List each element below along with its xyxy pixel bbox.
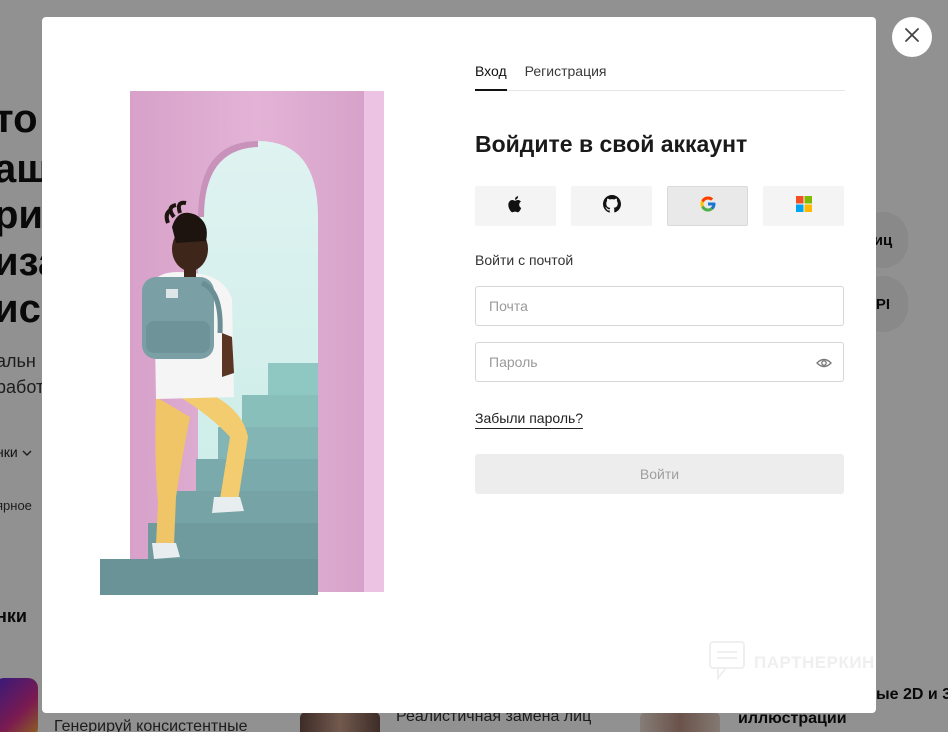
watermark-text: ПАРТНЕРКИН	[754, 652, 875, 672]
github-icon	[602, 194, 621, 218]
email-field[interactable]	[489, 298, 830, 314]
eye-icon[interactable]	[815, 355, 833, 371]
login-modal: Вход Регистрация Войдите в свой аккаунт	[42, 17, 876, 713]
tab-register[interactable]: Регистрация	[525, 61, 607, 90]
auth-tabs: Вход Регистрация	[475, 61, 845, 91]
login-submit-button[interactable]: Войти	[475, 454, 844, 494]
page-title: Войдите в свой аккаунт	[475, 131, 748, 157]
microsoft-login-button[interactable]	[763, 186, 844, 226]
apple-login-button[interactable]	[475, 186, 556, 226]
close-button[interactable]	[892, 17, 932, 57]
password-field[interactable]	[489, 354, 830, 370]
forgot-password-link[interactable]: Забыли пароль?	[475, 410, 584, 429]
watermark: ПАРТНЕРКИН	[708, 640, 875, 685]
apple-icon	[507, 195, 524, 218]
google-icon	[699, 195, 717, 218]
password-field-wrapper	[475, 342, 844, 382]
tab-login[interactable]: Вход	[475, 61, 507, 91]
github-login-button[interactable]	[571, 186, 652, 226]
close-icon	[904, 27, 920, 48]
doorway-illustration	[100, 91, 384, 595]
email-field-wrapper	[475, 286, 844, 326]
google-login-button[interactable]	[667, 186, 748, 226]
watermark-logo-icon	[708, 640, 746, 685]
microsoft-icon	[795, 195, 812, 217]
email-section-label: Войти с почтой	[475, 252, 574, 268]
